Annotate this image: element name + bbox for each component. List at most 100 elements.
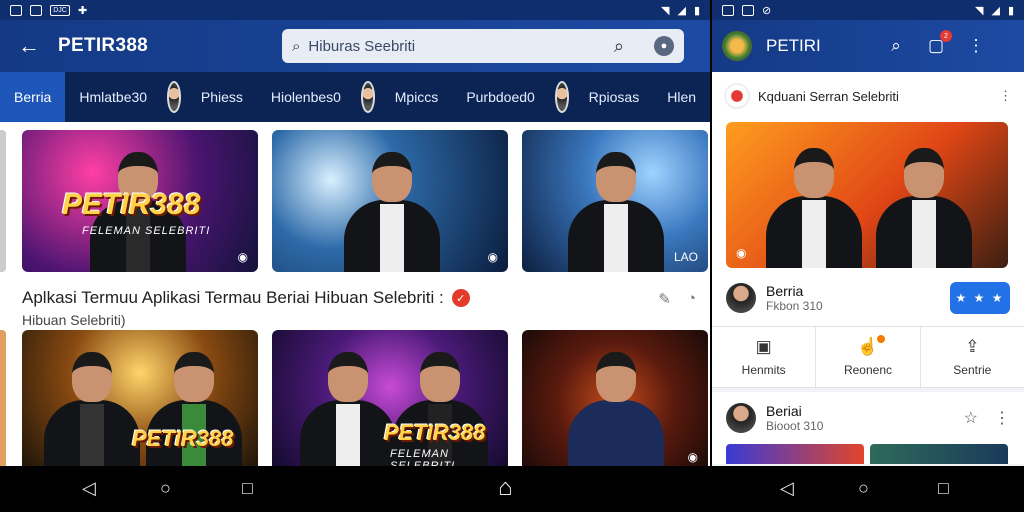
search-icon[interactable]: ⌕ [876,36,916,56]
play-overlay-icon: ◉ [487,250,498,264]
celebrity-figure [344,152,440,272]
author-avatar[interactable] [726,283,756,313]
video-thumbnail[interactable]: ◉ [272,130,508,272]
signal-icon: ◢ [677,4,686,17]
author-avatar[interactable] [726,403,756,433]
signal-icon: ◢ [991,4,1000,17]
follow-button[interactable]: ★ ★ ★ [950,282,1010,314]
back-nav-icon[interactable]: ◁ [780,478,794,499]
celebrity-figure [766,148,862,268]
share-action-button[interactable]: ⇪ Sentrie [921,327,1024,387]
video-thumbnail[interactable]: PETIR388 FELEMAN SELEBRITI [272,330,508,466]
network-icon: ▮ [1007,4,1014,17]
recents-nav-icon[interactable]: □ [242,478,253,499]
tab-hlen[interactable]: Hlen [653,72,710,122]
celebrity-avatar[interactable] [360,81,375,113]
action-label: Reonenc [843,363,893,377]
channel-logo[interactable] [724,83,750,109]
post-card: Kqduani Serran Selebriti ⋮ ◉ Berria Fkbo… [712,72,1024,326]
share-icon: ⇪ [965,337,980,356]
tab-berria[interactable]: Berria [0,72,66,122]
news-icon: ▣ [755,337,772,356]
notification-icon [10,4,22,16]
post-menu-icon[interactable]: ⋮ [999,88,1012,104]
celebrity-figure [568,152,664,272]
search-icon: ⌕ [292,37,301,55]
home-nav-icon[interactable]: ○ [160,478,171,499]
author-name: Berria [766,283,804,299]
wifi-icon: ◥ [661,4,670,17]
app-title: PETIRI [766,36,821,55]
author-row: Berria Fkbon 310 ★ ★ ★ [712,270,1024,326]
back-nav-icon[interactable]: ◁ [82,478,96,499]
thumbnail-subtitle: FELEMAN SELEBRITI [390,448,456,466]
app-logo [722,31,752,61]
app-title: PETIR388 [58,35,149,56]
tab-phiess[interactable]: Phiess [187,72,257,122]
recents-nav-icon[interactable]: □ [938,478,949,499]
article-headline[interactable]: Aplkasi Termuu Aplikasi Termau Beriai Hi… [0,272,710,330]
verified-icon: ✓ [451,289,470,307]
thumbnail-edge [0,330,6,466]
headline-title: Aplkasi Termuu Aplikasi Termau Beriai Hi… [22,288,444,307]
celebrity-figure [568,352,664,466]
video-thumbnail[interactable]: ◉ [522,330,708,466]
secondary-app-window: ⊘ ◥ ◢ ▮ PETIRI ⌕ ▢ 2 ⋮ Kqduani Serran Sel… [712,0,1024,466]
notification-icon [742,4,754,16]
home-icon[interactable]: ⌂ [498,474,513,502]
preview-thumbnail[interactable] [870,444,1008,464]
battery-icon: ▮ [693,4,700,17]
clock-icon[interactable]: ◔ [687,290,696,308]
author-meta: Biooot 310 [766,419,824,433]
play-overlay-icon: ◉ [237,250,248,264]
video-thumbnail[interactable]: PETIR388 FELEMAN SELEBRITI ◉ [22,130,258,272]
celebrity-avatar[interactable] [167,81,181,113]
back-arrow-icon[interactable]: ← [0,33,58,59]
thumbnail-overlay-label: LAO [673,250,698,264]
like-icon: ☝ [857,335,885,357]
post-title: Kqduani Serran Selebriti [758,88,899,104]
tab-hmlatbe30[interactable]: Hmlatbe30 [65,72,161,122]
more-menu-icon[interactable]: ⋮ [956,36,996,56]
status-bar: ⊘ ◥ ◢ ▮ [712,0,1024,20]
tab-mpiccs[interactable]: Mpiccs [381,72,453,122]
home-nav-icon[interactable]: ○ [858,478,869,499]
celebrity-figure [44,352,140,466]
image-notification-icon [30,4,42,16]
search-input[interactable] [308,37,614,55]
news-action-button[interactable]: ▣ Henmits [712,327,817,387]
post-image[interactable]: ◉ [726,122,1008,268]
video-thumbnail[interactable]: LAO [522,130,708,272]
post-header: Kqduani Serran Selebriti ⋮ [712,72,1024,120]
status-bar: DJC ✚ ◥ ◢ ▮ [0,0,710,20]
action-label: Sentrie [953,363,992,377]
app-bar: ← PETIR388 ⌕ ⌕ ● [0,20,710,72]
voice-search-icon[interactable]: ● [654,36,674,56]
action-bar: ▣ Henmits ☝ Reonenc ⇪ Sentrie [712,326,1024,388]
tab-hiolenbes0[interactable]: Hiolenbes0 [257,72,355,122]
tab-rpiosas[interactable]: Rpiosas [575,72,654,122]
celebrity-figure [876,148,972,268]
thumbnail-row: PETIR388 FELEMAN SELEBRITI ◉ ◉ LAO [0,130,710,272]
notification-badge: 2 [940,30,952,42]
search-box[interactable]: ⌕ ⌕ ● [282,29,684,63]
preview-thumbnail[interactable] [726,444,864,464]
more-menu-icon[interactable]: ⋮ [994,408,1010,428]
notifications-icon[interactable]: ▢ 2 [916,30,956,56]
category-tabs: Berria Hmlatbe30 Phiess Hiolenbes0 Mpicc… [0,72,710,122]
notification-icon [722,4,734,16]
celebrity-avatar[interactable] [554,81,569,113]
pin-icon[interactable]: ✎ [658,290,671,308]
headline-subtitle: Hibuan Selebriti) [22,312,126,328]
system-nav-bar: ◁ ○ □ ⌂ ◁ ○ □ [0,466,1024,512]
tab-purbdoed0[interactable]: Purbdoed0 [452,72,549,122]
like-action-button[interactable]: ☝ Reonenc [816,327,921,387]
thumbnail-row: PETIR388 PETIR388 FELEMAN SELEBRITI ◉ [0,330,710,466]
app-bar: PETIRI ⌕ ▢ 2 ⋮ [712,20,1024,72]
play-overlay-icon: ◉ [736,246,747,260]
celebrity-figure [300,352,396,466]
app-notification-icon: DJC [50,4,70,16]
search-submit-icon[interactable]: ⌕ [614,36,624,57]
video-thumbnail[interactable]: PETIR388 [22,330,258,466]
star-icon[interactable]: ☆ [964,408,978,428]
